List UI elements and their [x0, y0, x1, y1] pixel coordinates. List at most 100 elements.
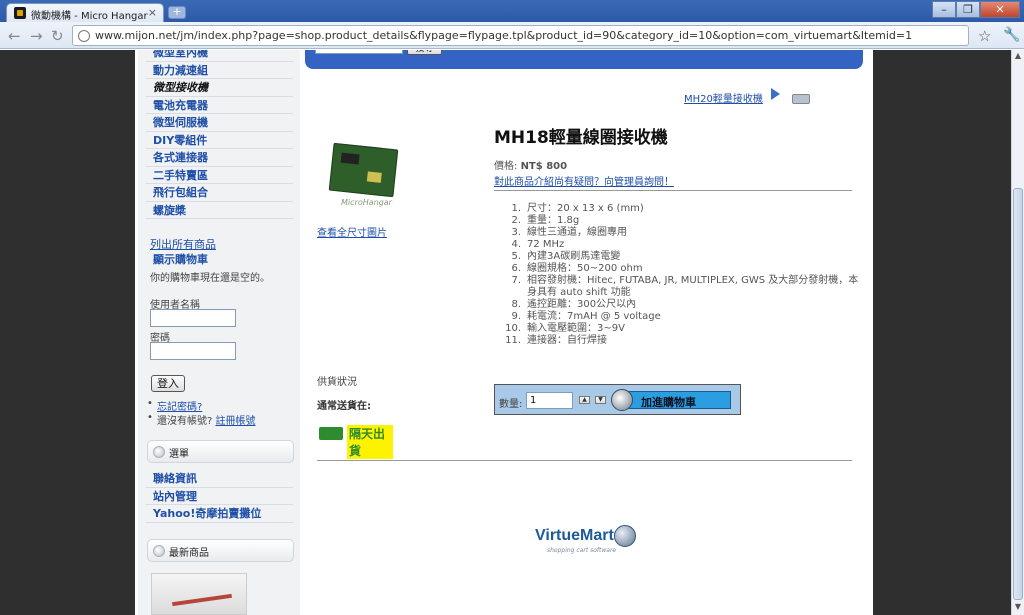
show-cart-link[interactable]: 顯示購物車	[153, 251, 208, 267]
address-bar[interactable]: www.mijon.net/jm/index.php?page=shop.pro…	[72, 25, 969, 46]
spec-text: 尺寸：20 x 13 x 6 (mm)	[527, 203, 644, 214]
spec-number: 10.	[505, 323, 521, 334]
module-bullet-icon	[153, 446, 165, 458]
wrench-icon[interactable]: 🔧	[1003, 27, 1020, 43]
new-tab-button[interactable]: +	[168, 6, 186, 19]
spec-text: 線性三通道，線圈專用	[527, 227, 627, 238]
stock-label: 供貨狀況	[317, 377, 357, 388]
menu-item[interactable]: 各式連接器	[146, 149, 293, 167]
back-arrow-icon[interactable]: ←	[8, 27, 21, 45]
menu-item[interactable]: 螺旋槳	[146, 202, 293, 219]
spec-number: 1.	[511, 203, 521, 214]
spec-number: 3.	[511, 227, 521, 238]
password-field[interactable]	[150, 342, 236, 360]
spec-number: 4.	[511, 239, 521, 250]
window-controls: – ❐ ✕	[932, 1, 1020, 18]
scroll-up-icon[interactable]: ▲	[1012, 51, 1024, 63]
menu-item[interactable]: 動力減速組	[146, 62, 293, 79]
quantity-down-button[interactable]: ▼	[595, 396, 606, 404]
truck-icon	[319, 427, 343, 440]
register-link[interactable]: 註冊帳號	[216, 416, 256, 427]
latest-product-thumbnail[interactable]	[151, 573, 247, 615]
cart-icon	[611, 389, 633, 411]
list-item: 2. 重量：1.8g	[501, 215, 861, 227]
spec-number: 9.	[511, 311, 521, 322]
module-title: 最新商品	[169, 548, 209, 559]
browser-toolbar: ← → ↻ www.mijon.net/jm/index.php?page=sh…	[0, 22, 1024, 49]
list-item: 8. 遙控距離：300公尺以內	[501, 299, 861, 311]
menu-item[interactable]: 二手特賣區	[146, 167, 293, 184]
search-input[interactable]	[315, 50, 403, 54]
category-menu: 微型室內機 動力減速組 微型接收機 電池充電器 微型伺服機 DIY零組件 各式連…	[146, 50, 293, 219]
latest-module-header: 最新商品	[147, 539, 294, 562]
list-item: 7. 相容發射機：Hitec, FUTABA, JR, MULTIPLEX, GW…	[501, 275, 861, 299]
product-image[interactable]	[328, 142, 399, 198]
page-viewport: 微型室內機 動力減速組 微型接收機 電池充電器 微型伺服機 DIY零組件 各式連…	[0, 50, 1011, 615]
scrollbar-thumb[interactable]	[1013, 188, 1023, 600]
print-icon[interactable]	[792, 94, 810, 104]
menu-item[interactable]: 微型伺服機	[146, 114, 293, 132]
spec-text: 遙控距離：300公尺以內	[527, 299, 637, 310]
login-button[interactable]: 登入	[151, 375, 185, 392]
spec-text: 線圈規格：50~200 ohm	[527, 263, 643, 274]
globe-icon	[78, 30, 90, 42]
view-fullsize-link[interactable]: 查看全尺寸圖片	[317, 224, 387, 239]
username-field[interactable]	[150, 309, 236, 327]
product-title: MH18輕量線圈接收機	[494, 128, 668, 148]
menu-item[interactable]: 聯絡資訊	[146, 470, 293, 488]
add-to-cart-button[interactable]: 加進購物車	[611, 389, 731, 411]
forward-arrow-icon[interactable]: →	[30, 27, 43, 45]
spec-number: 7.	[511, 275, 521, 286]
next-product-link[interactable]: MH20輕量接收機	[684, 90, 763, 105]
tab-close-icon[interactable]: ×	[148, 6, 157, 19]
minimize-button[interactable]: –	[932, 1, 956, 18]
spec-text: 重量：1.8g	[527, 215, 580, 226]
spec-number: 5.	[511, 251, 521, 262]
quantity-field[interactable]: 1	[526, 392, 573, 409]
menu-item[interactable]: 電池充電器	[146, 97, 293, 114]
close-button[interactable]: ✕	[980, 1, 1020, 18]
divider	[494, 190, 852, 191]
browser-tab[interactable]: 微動機構 - Micro Hangar - ... ×	[6, 3, 164, 22]
spec-text: 72 MHz	[527, 239, 565, 250]
bookmark-star-icon[interactable]: ☆	[978, 27, 991, 45]
menu-module-header: 選單	[147, 440, 294, 463]
list-all-products-link[interactable]: 列出所有商品	[150, 236, 216, 252]
search-panel: 搜尋	[305, 50, 863, 69]
price-label: 價格:	[494, 161, 518, 172]
image-watermark: MicroHangar	[341, 198, 392, 207]
forgot-password-item: 忘記密碼?	[147, 398, 202, 413]
scroll-down-icon[interactable]: ▼	[1012, 602, 1024, 614]
add-to-cart-form: 數量: 1 ▲ ▼ 加進購物車	[494, 384, 741, 415]
price-value: NT$ 800	[520, 161, 568, 172]
shipping-badge: 隔天出貨	[319, 423, 393, 459]
ship-text: 隔天出貨	[347, 425, 393, 459]
ship-label: 通常送貨在:	[317, 401, 371, 412]
spec-number: 8.	[511, 299, 521, 310]
virtuemart-logo[interactable]: VirtueMart shopping cart software	[535, 525, 636, 555]
url-text[interactable]: www.mijon.net/jm/index.php?page=shop.pro…	[95, 29, 912, 42]
next-arrow-icon[interactable]	[771, 88, 780, 100]
page-container: 微型室內機 動力減速組 微型接收機 電池充電器 微型伺服機 DIY零組件 各式連…	[135, 50, 873, 615]
search-button[interactable]: 搜尋	[407, 50, 442, 55]
reload-icon[interactable]: ↻	[51, 27, 64, 45]
quantity-up-button[interactable]: ▲	[579, 396, 590, 404]
spec-number: 2.	[511, 215, 521, 226]
restore-button[interactable]: ❐	[956, 1, 980, 18]
menu-item[interactable]: DIY零組件	[146, 132, 293, 149]
spec-number: 6.	[511, 263, 521, 274]
price: 價格: NT$ 800	[494, 157, 567, 172]
menu-item[interactable]: Yahoo!奇摩拍賣攤位	[146, 505, 293, 523]
no-account-text: 還沒有帳號?	[157, 416, 213, 427]
vertical-scrollbar[interactable]: ▲ ▼	[1011, 50, 1024, 615]
menu-item[interactable]: 微型室內機	[146, 50, 293, 62]
spec-text: 耗電流：7mAH @ 5 voltage	[527, 311, 661, 322]
menu-item[interactable]: 站內管理	[146, 488, 293, 505]
spec-text: 內建3A碳刷馬達電變	[527, 251, 621, 262]
virtuemart-globe-icon	[614, 525, 636, 547]
list-item: 10. 輸入電壓範圍：3~9V	[501, 323, 861, 335]
ask-question-link[interactable]: 對此商品介紹尚有疑問？向管理員詢問！	[494, 173, 674, 188]
menu-item-current[interactable]: 微型接收機	[146, 79, 293, 97]
window-titlebar: 微動機構 - Micro Hangar - ... × + – ❐ ✕	[0, 0, 1024, 22]
menu-item[interactable]: 飛行包組合	[146, 184, 293, 202]
